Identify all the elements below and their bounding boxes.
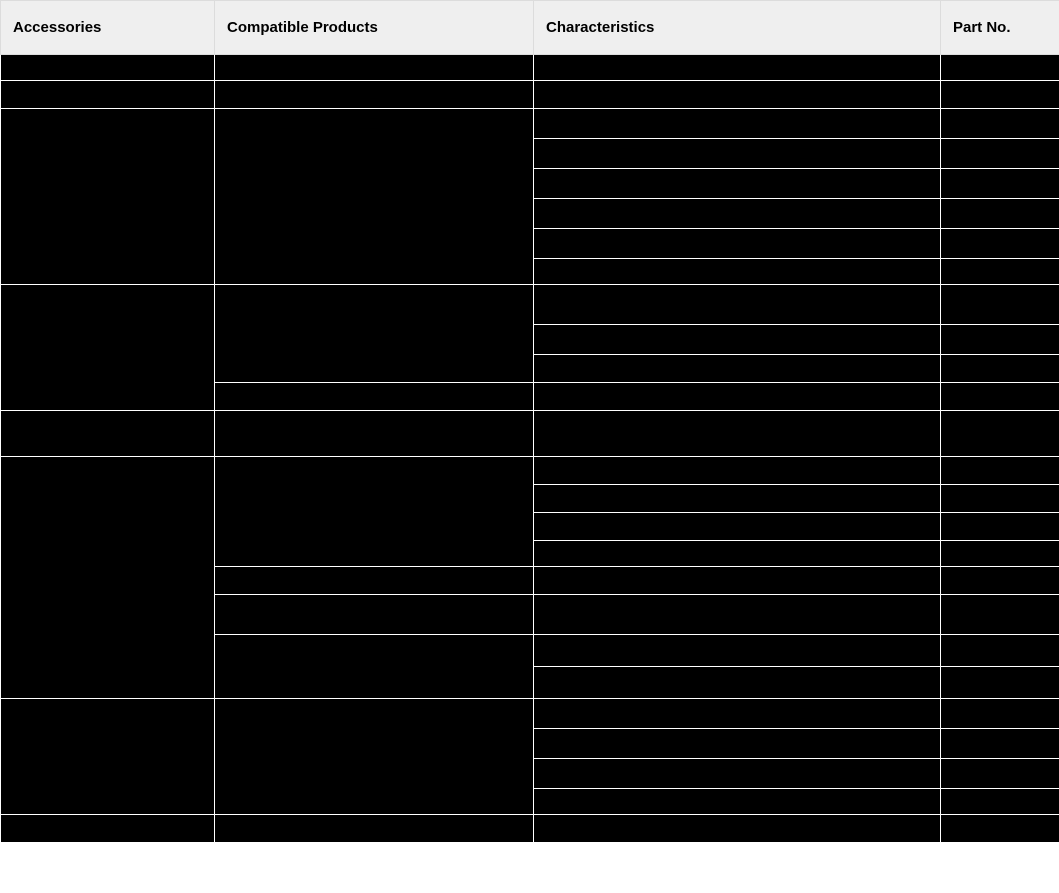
table-row bbox=[1, 109, 1059, 139]
cell bbox=[941, 595, 1059, 635]
cell bbox=[534, 55, 941, 81]
cell bbox=[941, 325, 1059, 355]
cell bbox=[534, 513, 941, 541]
cell bbox=[534, 109, 941, 139]
cell bbox=[1, 411, 215, 457]
table-row bbox=[1, 411, 1059, 457]
table-row bbox=[1, 815, 1059, 843]
cell bbox=[941, 139, 1059, 169]
table-row bbox=[1, 457, 1059, 485]
cell bbox=[1, 109, 215, 285]
cell bbox=[941, 541, 1059, 567]
table-header-row: Accessories Compatible Products Characte… bbox=[1, 1, 1059, 55]
cell bbox=[941, 699, 1059, 729]
cell bbox=[941, 411, 1059, 457]
cell bbox=[941, 109, 1059, 139]
cell bbox=[534, 457, 941, 485]
cell bbox=[534, 169, 941, 199]
cell bbox=[941, 457, 1059, 485]
table-row bbox=[1, 55, 1059, 81]
cell bbox=[941, 199, 1059, 229]
cell bbox=[534, 81, 941, 109]
cell bbox=[941, 259, 1059, 285]
cell bbox=[534, 815, 941, 843]
cell bbox=[534, 229, 941, 259]
cell bbox=[1, 55, 215, 81]
cell bbox=[941, 55, 1059, 81]
cell bbox=[534, 699, 941, 729]
cell bbox=[215, 595, 534, 635]
col-accessories: Accessories bbox=[1, 1, 215, 55]
cell bbox=[534, 199, 941, 229]
cell bbox=[941, 759, 1059, 789]
cell bbox=[941, 513, 1059, 541]
cell bbox=[941, 635, 1059, 667]
cell bbox=[1, 699, 215, 815]
cell bbox=[1, 285, 215, 411]
cell bbox=[534, 567, 941, 595]
cell bbox=[215, 411, 534, 457]
table-row bbox=[1, 81, 1059, 109]
cell bbox=[941, 355, 1059, 383]
cell bbox=[1, 457, 215, 699]
cell bbox=[534, 759, 941, 789]
cell bbox=[215, 109, 534, 285]
cell bbox=[534, 285, 941, 325]
col-compatible: Compatible Products bbox=[215, 1, 534, 55]
cell bbox=[534, 729, 941, 759]
cell bbox=[215, 699, 534, 815]
cell bbox=[941, 567, 1059, 595]
cell bbox=[941, 169, 1059, 199]
cell bbox=[941, 485, 1059, 513]
cell bbox=[215, 81, 534, 109]
cell bbox=[215, 815, 534, 843]
cell bbox=[534, 485, 941, 513]
cell bbox=[534, 139, 941, 169]
col-characteristics: Characteristics bbox=[534, 1, 941, 55]
cell bbox=[215, 457, 534, 567]
cell bbox=[534, 259, 941, 285]
product-table: Accessories Compatible Products Characte… bbox=[0, 0, 1059, 843]
cell bbox=[941, 729, 1059, 759]
cell bbox=[941, 667, 1059, 699]
table-body bbox=[1, 55, 1059, 843]
cell bbox=[534, 667, 941, 699]
cell bbox=[534, 635, 941, 667]
cell bbox=[534, 541, 941, 567]
cell bbox=[215, 383, 534, 411]
cell bbox=[215, 635, 534, 699]
cell bbox=[534, 325, 941, 355]
cell bbox=[215, 567, 534, 595]
cell bbox=[534, 383, 941, 411]
cell bbox=[941, 285, 1059, 325]
cell bbox=[941, 815, 1059, 843]
cell bbox=[941, 229, 1059, 259]
cell bbox=[941, 81, 1059, 109]
cell bbox=[534, 411, 941, 457]
table-row bbox=[1, 285, 1059, 325]
cell bbox=[534, 595, 941, 635]
col-part-no: Part No. bbox=[941, 1, 1059, 55]
cell bbox=[941, 789, 1059, 815]
table-row bbox=[1, 699, 1059, 729]
cell bbox=[215, 55, 534, 81]
cell bbox=[534, 355, 941, 383]
cell bbox=[534, 789, 941, 815]
cell bbox=[941, 383, 1059, 411]
cell bbox=[215, 285, 534, 383]
cell bbox=[1, 815, 215, 843]
cell bbox=[1, 81, 215, 109]
